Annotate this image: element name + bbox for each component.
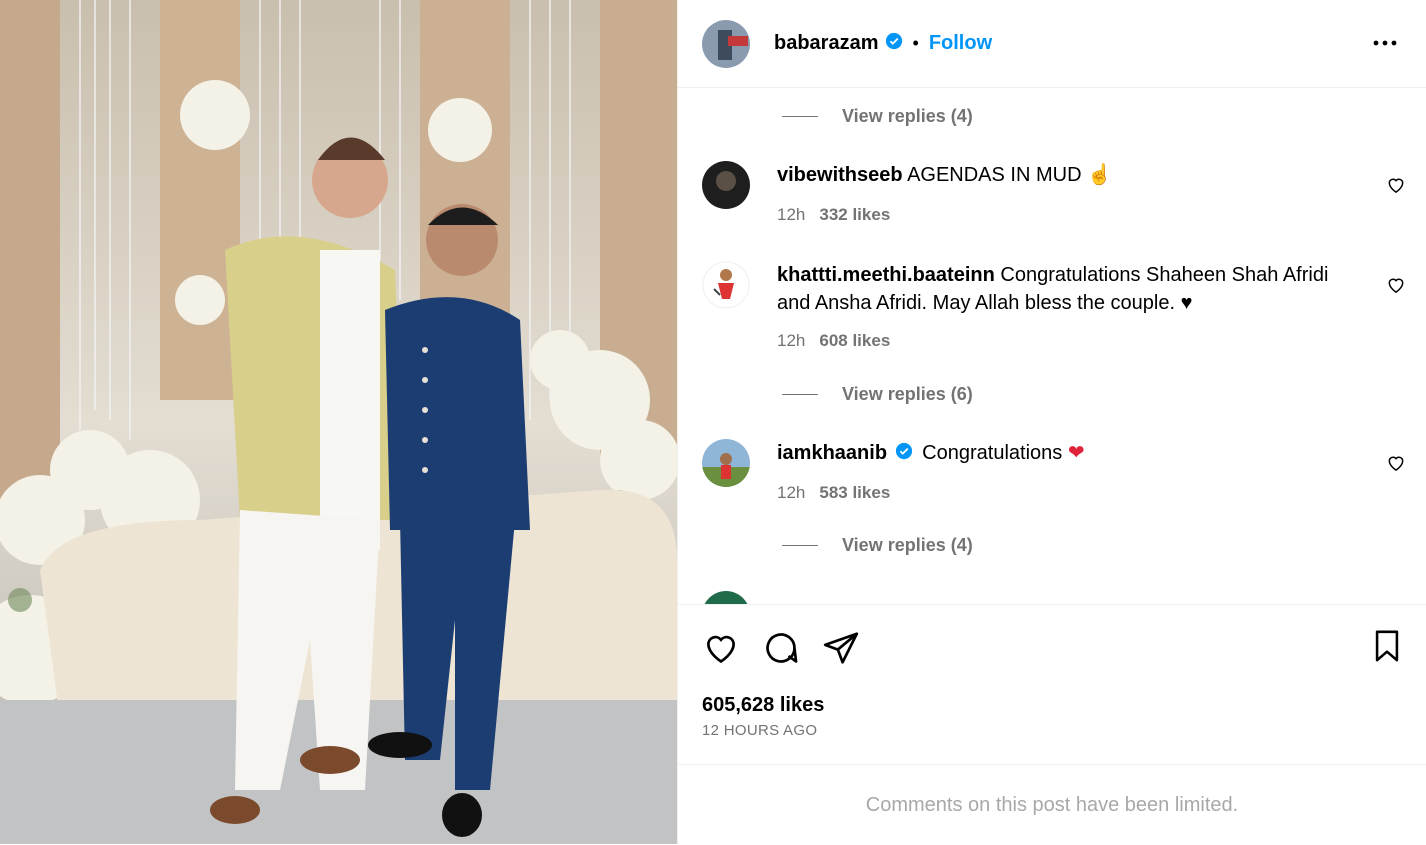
comment-time: 12h [777,205,806,224]
bookmark-icon[interactable] [1372,629,1402,668]
view-replies-button[interactable]: View replies (4) [782,106,973,127]
like-heart-icon[interactable] [702,629,740,672]
comment-likes[interactable]: 583 likes [819,483,890,502]
comment-username[interactable]: vibewithseeb [777,164,903,186]
comment-emoji: ❤ [1067,442,1085,464]
comment-item: iamkhaanib Congratulations ❤ 12h 583 like… [702,439,1406,509]
comment-emoji: ☝ [1087,164,1112,186]
post-detail-panel: babarazam • Follow View replies (4) vibe… [677,0,1426,844]
commenter-avatar[interactable] [702,161,750,209]
view-replies-button[interactable]: View replies (4) [782,535,973,556]
comment-text: Congratulations [922,442,1063,464]
commenter-avatar[interactable] [702,261,750,309]
heart-icon[interactable] [1386,453,1406,478]
verified-badge-icon [895,440,913,468]
view-replies-button[interactable]: View replies (6) [782,384,973,405]
comment-icon[interactable] [762,629,800,672]
comment-username[interactable]: khattti.meethi.baateinn [777,264,995,286]
commenter-avatar[interactable] [702,439,750,487]
comment-text: AGENDAS IN MUD [907,164,1082,186]
author-username[interactable]: babarazam [774,32,879,55]
comment-time: 12h [777,331,806,350]
comment-likes[interactable]: 332 likes [819,205,890,224]
comment-time: 12h [777,483,806,502]
post-timestamp: 12 HOURS AGO [702,722,818,739]
more-options-icon[interactable] [1372,30,1398,61]
post-actions: 605,628 likes 12 HOURS AGO [678,604,1426,765]
heart-icon[interactable] [1386,175,1406,200]
post-likes-count[interactable]: 605,628 likes [702,694,824,717]
commenter-avatar[interactable] [702,591,750,604]
comment-emoji: ♥ [1180,292,1193,314]
comments-limited-notice: Comments on this post have been limited. [678,764,1426,845]
comment-likes[interactable]: 608 likes [819,331,890,350]
verified-badge-icon [885,32,903,55]
follow-button[interactable]: Follow [929,32,992,55]
comment-item: vibewithseeb AGENDAS IN MUD ☝ 12h 332 lik… [702,161,1406,231]
post-photo[interactable] [0,0,677,844]
comment-username[interactable]: iamkhaanib [777,442,887,464]
post-image [0,0,677,844]
comment-item: khattti.meethi.baateinn Congratulations … [702,261,1406,351]
heart-icon[interactable] [1386,275,1406,300]
share-icon[interactable] [822,629,860,672]
comments-list[interactable]: View replies (4) vibewithseeb AGENDAS IN… [678,89,1426,604]
separator-dot: • [912,33,919,53]
author-avatar[interactable] [702,19,750,68]
post-header: babarazam • Follow [678,0,1426,88]
